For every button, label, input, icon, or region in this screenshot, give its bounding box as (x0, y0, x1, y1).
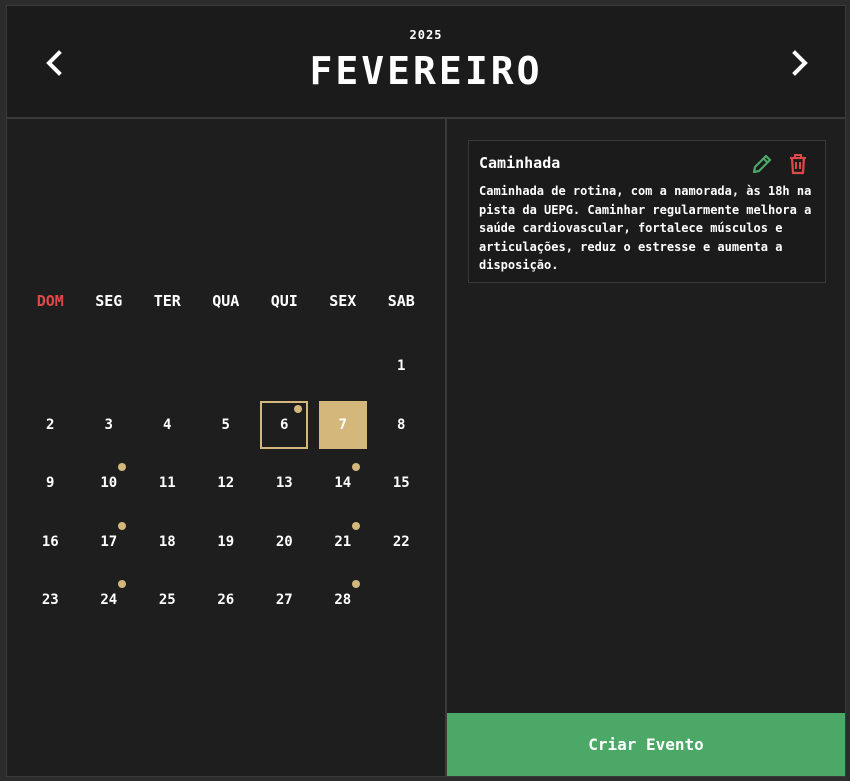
day-number: 10 (100, 475, 118, 492)
day-cell-5[interactable]: 5 (197, 396, 256, 455)
day-cell-1[interactable]: 1 (372, 337, 431, 396)
day-number: 4 (163, 416, 172, 433)
month-title: FEVEREIRO (309, 49, 543, 93)
day-number: 27 (275, 592, 293, 609)
day-number: 15 (392, 475, 410, 492)
day-cell-9[interactable]: 9 (21, 454, 80, 513)
day-number: 22 (392, 533, 410, 550)
empty-day-cell (314, 337, 373, 396)
day-cell-10[interactable]: 10 (80, 454, 139, 513)
day-number: 17 (100, 533, 118, 550)
day-cell-13[interactable]: 13 (255, 454, 314, 513)
day-cell-18[interactable]: 18 (138, 513, 197, 572)
day-number: 13 (275, 475, 293, 492)
day-cell-27[interactable]: 27 (255, 571, 314, 630)
day-number: 11 (158, 475, 176, 492)
event-indicator-dot (118, 521, 126, 530)
pencil-icon (752, 154, 772, 174)
event-indicator-dot (352, 580, 360, 588)
day-number: 3 (104, 416, 113, 433)
day-cell-20[interactable]: 20 (255, 513, 314, 572)
weekday-qui: QUI (270, 292, 298, 310)
day-cell-25[interactable]: 25 (138, 571, 197, 630)
day-number: 14 (334, 475, 352, 492)
day-number: 5 (221, 416, 230, 433)
day-cell-17[interactable]: 17 (80, 513, 139, 572)
weekday-seg: SEG (95, 292, 123, 310)
event-indicator-dot (118, 463, 126, 471)
day-cell-22[interactable]: 22 (372, 513, 431, 572)
event-indicator-dot (352, 521, 360, 530)
day-number: 24 (100, 592, 118, 609)
weekday-qua: QUA (212, 292, 240, 310)
event-pane: Caminhada Caminhada de rotina, com a nam… (447, 119, 845, 776)
empty-day-cell (197, 337, 256, 396)
day-cell-24[interactable]: 24 (80, 571, 139, 630)
day-cell-8[interactable]: 8 (372, 396, 431, 455)
day-cell-23[interactable]: 23 (21, 571, 80, 630)
weekday-header: DOM SEG TER QUA QUI SEX SAB (21, 292, 433, 316)
month-header: 2025 FEVEREIRO (7, 6, 845, 119)
day-cell-19[interactable]: 19 (197, 513, 256, 572)
chevron-right-icon (792, 50, 808, 76)
day-cell-28[interactable]: 28 (314, 571, 373, 630)
event-indicator-dot (352, 463, 360, 471)
weekday-sab: SAB (387, 292, 415, 310)
day-cell-7[interactable]: 7 (314, 396, 373, 455)
event-card[interactable]: Caminhada Caminhada de rotina, com a nam… (468, 140, 826, 283)
day-number: 20 (275, 533, 293, 550)
day-number: 23 (41, 592, 59, 609)
year-label: 2025 (409, 28, 443, 42)
day-cell-14[interactable]: 14 (314, 454, 373, 513)
empty-day-cell (80, 337, 139, 396)
day-number: 12 (217, 475, 235, 492)
event-indicator-dot (118, 580, 126, 588)
empty-day-cell (255, 337, 314, 396)
day-cell-15[interactable]: 15 (372, 454, 431, 513)
day-number: 2 (46, 416, 55, 433)
delete-event-button[interactable] (786, 152, 810, 176)
day-cell-4[interactable]: 4 (138, 396, 197, 455)
day-number: 28 (334, 592, 352, 609)
day-cell-11[interactable]: 11 (138, 454, 197, 513)
day-grid: 1 2 3 4 5 6 7 8 9 10 11 12 13 14 15 16 17 18 19 20 21 22 23 24 2… (21, 337, 433, 630)
day-number: 21 (334, 533, 352, 550)
day-cell-3[interactable]: 3 (80, 396, 139, 455)
day-cell-21[interactable]: 21 (314, 513, 373, 572)
day-cell-12[interactable]: 12 (197, 454, 256, 513)
day-number: 9 (46, 475, 55, 492)
day-number: 8 (397, 416, 406, 433)
day-cell-26[interactable]: 26 (197, 571, 256, 630)
day-cell-6[interactable]: 6 (255, 396, 314, 455)
day-number: 7 (338, 416, 347, 433)
edit-event-button[interactable] (750, 152, 774, 176)
weekday-dom: DOM (36, 292, 64, 310)
weekday-sex: SEX (329, 292, 357, 310)
day-number: 6 (280, 416, 289, 433)
day-number: 25 (158, 592, 176, 609)
day-number: 26 (217, 592, 235, 609)
day-number: 16 (41, 533, 59, 550)
event-title: Caminhada (479, 154, 561, 172)
day-number: 1 (397, 358, 406, 375)
empty-day-cell (138, 337, 197, 396)
create-event-button[interactable]: Criar Evento (447, 713, 845, 776)
day-number: 18 (158, 533, 176, 550)
event-description: Caminhada de rotina, com a namorada, às … (479, 184, 812, 272)
empty-day-cell (21, 337, 80, 396)
next-month-button[interactable] (783, 46, 817, 80)
calendar-pane: DOM SEG TER QUA QUI SEX SAB 1 2 3 4 5 6 7 8 9 10 1… (7, 119, 447, 776)
trash-icon (790, 154, 806, 175)
day-number: 19 (217, 533, 235, 550)
day-cell-16[interactable]: 16 (21, 513, 80, 572)
calendar-app: 2025 FEVEREIRO DOM SEG TER QUA QUI SEX S… (6, 5, 846, 777)
day-cell-2[interactable]: 2 (21, 396, 80, 455)
weekday-ter: TER (153, 292, 181, 310)
event-indicator-dot (293, 404, 302, 413)
